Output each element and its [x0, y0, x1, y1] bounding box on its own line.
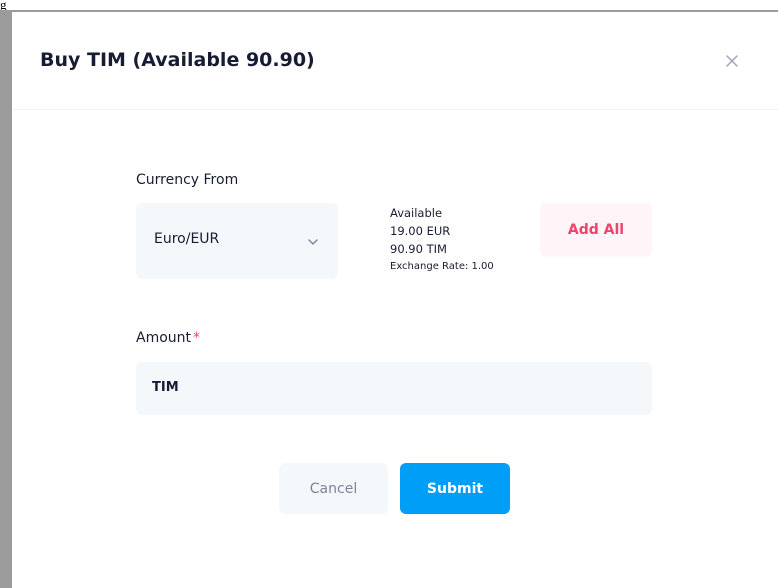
amount-prefix-text: TIM — [152, 380, 179, 395]
modal-header: Buy TIM (Available 90.90) — [12, 12, 778, 110]
currency-from-label: Currency From — [136, 172, 239, 188]
amount-currency-prefix: TIM — [136, 362, 196, 415]
modal-title: Buy TIM (Available 90.90) — [40, 49, 315, 71]
available-info: Available 19.00 EUR 90.90 TIM Exchange R… — [390, 204, 494, 276]
add-all-button[interactable]: Add All — [540, 203, 652, 257]
currency-select[interactable]: Euro/EUR — [136, 203, 338, 279]
amount-label-text: Amount — [136, 330, 192, 346]
cancel-button[interactable]: Cancel — [279, 463, 388, 514]
amount-input-group: TIM — [136, 362, 652, 415]
submit-button[interactable]: Submit — [400, 463, 510, 514]
available-tim: 90.90 TIM — [390, 242, 447, 256]
exchange-rate: Exchange Rate: 1.00 — [390, 261, 494, 272]
amount-input[interactable] — [196, 362, 652, 415]
available-heading: Available — [390, 206, 443, 220]
close-button[interactable] — [720, 49, 744, 73]
currency-select-value: Euro/EUR — [154, 231, 220, 247]
close-icon — [726, 55, 738, 67]
amount-label: Amount * — [136, 330, 200, 346]
required-marker: * — [193, 330, 201, 346]
buy-modal: Buy TIM (Available 90.90) Currency From … — [12, 12, 778, 588]
available-eur: 19.00 EUR — [390, 224, 451, 238]
chevron-down-icon — [308, 239, 318, 245]
